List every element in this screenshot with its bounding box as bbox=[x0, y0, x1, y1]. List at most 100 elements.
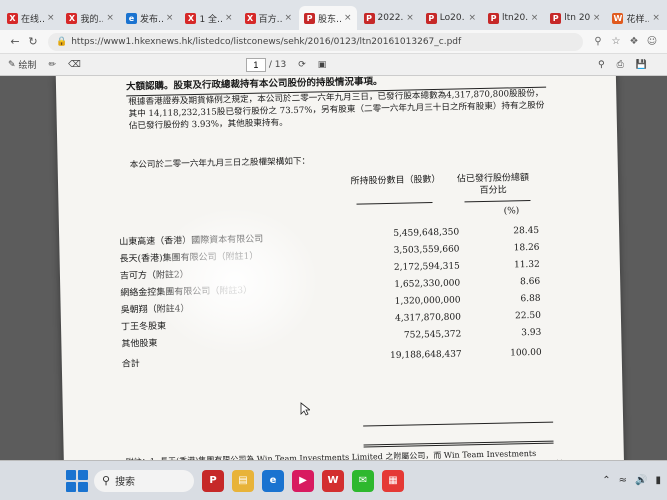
close-tab-icon[interactable]: × bbox=[166, 13, 174, 23]
browser-tab-strip: X在线…×X我的…×e发布…×X1 全…×X百方…×P股东…×P2022…×PL… bbox=[0, 0, 667, 30]
document-footnote: 附註：1. 長天(香港)集團有限公司為 Win Team Investments… bbox=[126, 448, 564, 460]
edge-browser-icon[interactable]: e bbox=[262, 469, 284, 492]
browser-tab[interactable]: Pltn20…× bbox=[483, 6, 543, 30]
draw-label: 绘制 bbox=[18, 61, 37, 71]
browser-tab-label: 发布… bbox=[139, 14, 163, 25]
close-tab-icon[interactable]: × bbox=[652, 13, 660, 23]
x-icon: X bbox=[244, 12, 256, 24]
page-total: / 13 bbox=[268, 59, 287, 70]
share-percentage: 8.66 bbox=[520, 276, 541, 288]
shares-held: 19,188,648,437 bbox=[390, 349, 462, 361]
holder-name: 吉可方（附註2） bbox=[119, 270, 189, 282]
share-percentage: 11.32 bbox=[513, 259, 540, 271]
document-paragraph: 根據香港證券及期貨條例之規定，本公司於二零一六年九月三日，已發行股本總數為4,3… bbox=[128, 88, 545, 132]
close-tab-icon[interactable]: × bbox=[468, 13, 476, 23]
print-icon[interactable]: ⎙ bbox=[617, 60, 624, 70]
browser-tab-label: Lo20… bbox=[439, 13, 466, 23]
browser-tab[interactable]: X在线…× bbox=[2, 6, 59, 30]
percent-unit: (%) bbox=[503, 206, 520, 217]
chevron-up-icon[interactable]: ⌃ bbox=[602, 475, 610, 486]
header-rule bbox=[464, 199, 531, 203]
erase-icon[interactable]: ⌫ bbox=[68, 60, 81, 70]
pdf-icon: P bbox=[488, 12, 499, 24]
browser-tab-label: 2022… bbox=[377, 13, 404, 23]
total-double-rule bbox=[363, 440, 554, 448]
share-percentage: 6.88 bbox=[520, 293, 541, 305]
wps-office-icon[interactable]: W bbox=[322, 469, 344, 492]
fit-page-icon[interactable]: ▣ bbox=[318, 60, 327, 70]
url-text: https://www1.hkexnews.hk/listedco/listco… bbox=[71, 36, 462, 47]
close-tab-icon[interactable]: × bbox=[344, 13, 352, 23]
browser-tab[interactable]: P2022…× bbox=[359, 6, 419, 30]
holder-name: 長天(香港)集團有限公司（附註1） bbox=[119, 251, 259, 265]
shares-held: 5,459,648,350 bbox=[393, 227, 460, 239]
draw-button[interactable]: ✎ 绘制 bbox=[8, 58, 37, 72]
volume-icon[interactable]: 🔊 bbox=[635, 475, 647, 486]
profile-icon[interactable]: ☺ bbox=[643, 33, 661, 51]
browser-tab-label: ltn 20… bbox=[564, 13, 590, 23]
shares-held: 2,172,594,315 bbox=[393, 261, 460, 273]
save-icon[interactable]: 💾 bbox=[636, 60, 647, 70]
header-rule bbox=[356, 202, 433, 205]
share-percentage: 22.50 bbox=[515, 310, 542, 322]
page-navigator: / 13 bbox=[243, 57, 287, 72]
close-tab-icon[interactable]: × bbox=[106, 13, 114, 23]
shareholding-table: 山東高速（香港）國際資本有限公司 5,459,648,350 28.45 長天(香港)… bbox=[119, 224, 552, 372]
share-percentage: 100.00 bbox=[510, 347, 542, 359]
pdf-icon: P bbox=[363, 12, 375, 24]
holder-name: 丁王冬股東 bbox=[120, 321, 167, 333]
holder-name: 合計 bbox=[121, 359, 140, 370]
holder-name: 吳朝翔（附註4） bbox=[120, 304, 190, 316]
rotate-icon[interactable]: ⟳ bbox=[298, 60, 306, 70]
pdf-search-icon[interactable]: ⚲ bbox=[598, 60, 605, 70]
share-percentage: 18.26 bbox=[513, 242, 540, 254]
browser-tab-label: 花样… bbox=[626, 14, 649, 25]
browser-tab[interactable]: P股东…× bbox=[299, 6, 357, 30]
shares-held: 4,317,870,800 bbox=[394, 312, 462, 324]
wifi-icon[interactable]: ≈ bbox=[619, 475, 627, 486]
browser-tab[interactable]: PLo20…× bbox=[421, 6, 481, 30]
shares-held: 3,503,559,660 bbox=[393, 244, 460, 256]
pdf-toolbar: ✎ 绘制 ✏ ⌫ / 13 ⟳ ▣ ⚲ ⎙ 💾 bbox=[0, 54, 667, 76]
image-viewer-icon[interactable]: ▦ bbox=[382, 469, 404, 492]
battery-icon[interactable]: ▮ bbox=[655, 475, 661, 486]
browser-tab[interactable]: X我的…× bbox=[61, 6, 118, 30]
holder-name: 山東高速（香港）國際資本有限公司 bbox=[119, 234, 264, 248]
close-tab-icon[interactable]: × bbox=[593, 13, 601, 23]
address-bar: ← ↻ 🔒 https://www1.hkexnews.hk/listedco/… bbox=[0, 30, 667, 54]
zoom-icon[interactable]: ⚲ bbox=[589, 33, 607, 51]
close-tab-icon[interactable]: × bbox=[531, 13, 539, 23]
page-number-input[interactable] bbox=[245, 57, 266, 72]
media-app-icon[interactable]: ▶ bbox=[292, 469, 314, 492]
browser-tab[interactable]: X百方…× bbox=[240, 6, 297, 30]
taskbar-search[interactable]: ⚲ 搜索 bbox=[94, 469, 194, 492]
holder-name: 其他股東 bbox=[121, 338, 158, 350]
refresh-icon[interactable]: ↻ bbox=[24, 33, 42, 51]
browser-tab[interactable]: X1 全…× bbox=[180, 6, 237, 30]
browser-tab-label: 1 全… bbox=[199, 14, 222, 25]
wechat-icon[interactable]: ✉ bbox=[352, 469, 374, 492]
browser-tab[interactable]: W花样…× bbox=[607, 6, 664, 30]
close-tab-icon[interactable]: × bbox=[285, 13, 293, 23]
favorite-star-icon[interactable]: ☆ bbox=[607, 33, 625, 51]
pdf-app-icon[interactable]: P bbox=[202, 469, 224, 492]
pdf-icon: P bbox=[550, 12, 562, 24]
browser-tab[interactable]: e发布…× bbox=[121, 6, 178, 30]
close-tab-icon[interactable]: × bbox=[47, 13, 55, 23]
windows-start-icon[interactable] bbox=[66, 469, 88, 492]
highlight-icon[interactable]: ✏ bbox=[49, 60, 57, 70]
back-icon[interactable]: ← bbox=[6, 33, 24, 51]
share-percentage: 28.45 bbox=[513, 225, 540, 237]
x-icon: X bbox=[66, 12, 78, 24]
pdf-viewer[interactable]: 大額認購。股東及行政總裁持有本公司股份的持股情況事項。 根據香港證券及期貨條例之… bbox=[0, 76, 667, 460]
lock-icon: 🔒 bbox=[56, 36, 68, 47]
screen: X在线…×X我的…×e发布…×X1 全…×X百方…×P股东…×P2022…×PL… bbox=[0, 0, 667, 500]
collections-icon[interactable]: ❖ bbox=[625, 33, 643, 51]
shares-held: 752,545,372 bbox=[403, 329, 462, 341]
close-tab-icon[interactable]: × bbox=[225, 13, 233, 23]
file-explorer-icon[interactable]: ▤ bbox=[232, 469, 254, 492]
browser-tab[interactable]: Pltn 20…× bbox=[545, 6, 605, 30]
browser-tab-label: 股东… bbox=[318, 14, 341, 25]
url-field[interactable]: 🔒 https://www1.hkexnews.hk/listedco/list… bbox=[48, 32, 583, 51]
close-tab-icon[interactable]: × bbox=[406, 13, 414, 23]
